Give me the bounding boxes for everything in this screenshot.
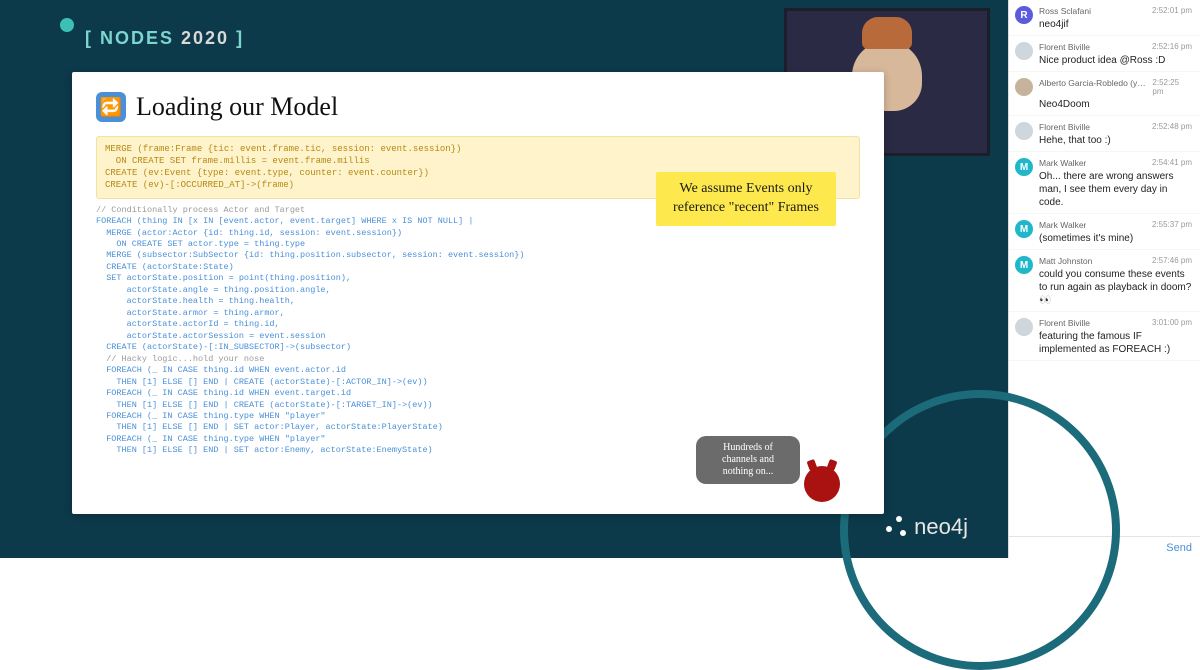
video-area: [ NODES 2020 ] 🔁 Loading our Model MERGE… [0,0,1008,558]
chat-timestamp: 2:55:37 pm [1152,220,1192,230]
chat-text: neo4jif [1039,18,1192,31]
chat-message[interactable]: M Matt Johnston 2:57:46 pm could you consum… [1009,250,1200,312]
header-right: ] [229,28,244,48]
chat-text: Nice product idea @Ross :D [1039,54,1192,67]
slide-title: Loading our Model [136,92,338,122]
header-left: [ NODES [85,28,181,48]
send-button[interactable]: Send [1166,542,1192,554]
chat-text: featuring the famous IF implemented as F… [1039,330,1192,356]
chat-message[interactable]: M Mark Walker 2:55:37 pm (sometimes it's mi… [1009,214,1200,250]
avatar [1015,318,1033,336]
chat-author: Mark Walker [1039,158,1086,168]
chat-message[interactable]: R Ross Sclafani 2:52:01 pm neo4jif [1009,0,1200,36]
avatar: M [1015,158,1033,176]
avatar [1015,78,1033,96]
chat-author: Florent Biville [1039,318,1090,328]
chat-message[interactable]: M Mark Walker 2:54:41 pm Oh... there are wr… [1009,152,1200,214]
slide-title-row: 🔁 Loading our Model [96,92,860,122]
chat-timestamp: 3:01:00 pm [1152,318,1192,328]
chat-timestamp: 2:57:46 pm [1152,256,1192,266]
chat-message[interactable]: Florent Biville 3:01:00 pm featuring the f… [1009,312,1200,361]
chat-message[interactable]: Alberto Garcia-Robledo (you)2:52:25 pm Ne… [1009,72,1200,116]
chat-text: Hehe, that too :) [1039,134,1192,147]
chat-timestamp: 2:52:25 pm [1152,78,1192,96]
avatar: M [1015,256,1033,274]
cacodemon-icon [804,466,840,502]
chat-text: could you consume these events to run ag… [1039,268,1192,307]
chat-timestamp: 2:52:16 pm [1152,42,1192,52]
accent-dot [60,18,74,32]
chat-author: Florent Biville [1039,42,1090,52]
chat-message[interactable]: Florent Biville 2:52:48 pm Hehe, that too … [1009,116,1200,152]
chat-author: Ross Sclafani [1039,6,1091,16]
chat-timestamp: 2:52:01 pm [1152,6,1192,16]
chat-text: Neo4Doom [1039,98,1192,111]
avatar: R [1015,6,1033,24]
chat-author: Matt Johnston [1039,256,1092,266]
neo4j-logo-text: neo4j [914,514,968,540]
neo4j-logo: neo4j [886,514,968,540]
chat-message[interactable]: Florent Biville 2:52:16 pm Nice product id… [1009,36,1200,72]
chat-author: Alberto Garcia-Robledo (you) [1039,78,1148,96]
refresh-icon: 🔁 [96,92,126,122]
chat-timestamp: 2:52:48 pm [1152,122,1192,132]
chat-text: (sometimes it's mine) [1039,232,1192,245]
speech-bubble: Hundreds of channels and nothing on... [696,436,800,484]
conference-header: [ NODES 2020 ] [85,28,244,49]
header-year: 2020 [181,28,229,48]
avatar: M [1015,220,1033,238]
chat-author: Mark Walker [1039,220,1086,230]
slide: 🔁 Loading our Model MERGE (frame:Frame {… [72,72,884,514]
chat-author: Florent Biville [1039,122,1090,132]
sticky-note: We assume Events only reference "recent"… [656,172,836,226]
neo4j-logo-icon [886,516,908,538]
chat-text: Oh... there are wrong answers man, I see… [1039,170,1192,209]
avatar [1015,122,1033,140]
chat-timestamp: 2:54:41 pm [1152,158,1192,168]
code-foreach-block: // Conditionally process Actor and Targe… [96,205,860,457]
avatar [1015,42,1033,60]
